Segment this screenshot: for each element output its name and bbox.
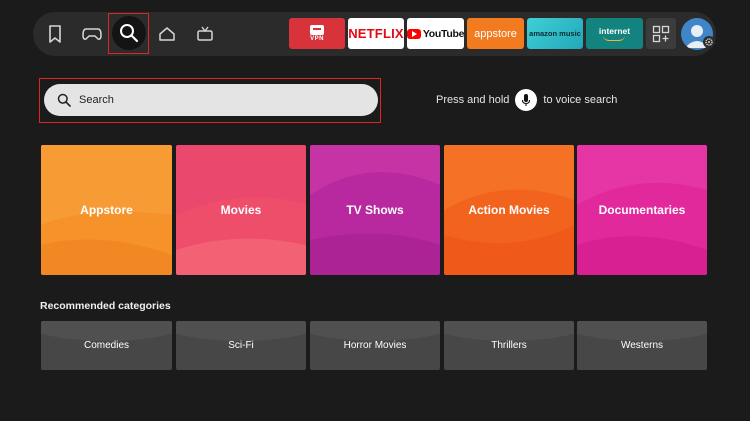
app-tile-vpn[interactable]: VPN: [289, 18, 345, 49]
category-tile-movies[interactable]: Movies: [176, 145, 306, 275]
search-tab-focus-outline: [108, 13, 149, 54]
recommended-tile-label: Thrillers: [491, 340, 527, 351]
category-label: Appstore: [80, 203, 133, 217]
voice-hint-suffix: to voice search: [543, 94, 618, 106]
recommended-tile-label: Sci-Fi: [228, 340, 254, 351]
app-tile-amazon-music-label: amazon music: [529, 29, 581, 38]
app-tile-youtube[interactable]: YouTube: [407, 18, 464, 49]
bookmark-icon[interactable]: [44, 22, 66, 46]
search-input-placeholder: Search: [79, 94, 114, 106]
category-label: Movies: [220, 203, 262, 217]
app-tile-amazon-music[interactable]: amazon music: [527, 18, 583, 49]
recommended-tile-sci-fi[interactable]: Sci-Fi: [176, 321, 306, 370]
microphone-icon: [515, 89, 538, 111]
recommended-tile-westerns[interactable]: Westerns: [577, 321, 707, 370]
recommended-tile-thrillers[interactable]: Thrillers: [444, 321, 574, 370]
home-icon[interactable]: [155, 22, 179, 46]
category-label: TV Shows: [346, 203, 404, 217]
app-tile-appstore-label: appstore: [474, 27, 517, 40]
category-tile-action-movies[interactable]: Action Movies: [444, 145, 574, 275]
category-tile-tv-shows[interactable]: TV Shows: [310, 145, 440, 275]
recommended-tile-label: Westerns: [620, 340, 664, 351]
app-tile-youtube-label: YouTube: [422, 27, 464, 40]
recommended-tile-horror-movies[interactable]: Horror Movies: [310, 321, 440, 370]
category-label: Documentaries: [598, 203, 686, 217]
voice-hint-prefix: Press and hold: [436, 94, 510, 106]
live-tv-icon[interactable]: [193, 22, 217, 46]
recommended-tile-comedies[interactable]: Comedies: [41, 321, 172, 370]
recommended-categories-heading: Recommended categories: [40, 300, 171, 312]
vpn-logo-icon: [310, 25, 324, 35]
apps-grid-icon: [652, 25, 670, 42]
app-tile-netflix[interactable]: NETFLIX: [348, 18, 404, 49]
voice-search-hint: Press and hold to voice search: [436, 89, 617, 111]
gamepad-icon[interactable]: [80, 22, 104, 46]
search-icon: [57, 93, 71, 107]
app-tile-vpn-label: VPN: [310, 36, 324, 42]
youtube-play-icon: [407, 28, 421, 39]
fire-tv-search-page: VPN NETFLIX YouTube appstore amazon musi…: [0, 0, 750, 421]
search-input[interactable]: Search: [44, 84, 378, 116]
app-tile-netflix-label: NETFLIX: [348, 26, 404, 41]
category-tile-appstore[interactable]: Appstore: [41, 145, 172, 275]
recommended-tile-label: Comedies: [83, 340, 130, 351]
app-tile-internet[interactable]: internet: [586, 18, 643, 49]
category-label: Action Movies: [468, 203, 550, 217]
all-apps-button[interactable]: [646, 18, 676, 49]
amazon-smile-icon: [603, 35, 626, 41]
recommended-tile-label: Horror Movies: [343, 340, 407, 351]
gear-icon[interactable]: [703, 36, 715, 48]
category-tile-documentaries[interactable]: Documentaries: [577, 145, 707, 275]
app-tile-appstore[interactable]: appstore: [467, 18, 524, 49]
